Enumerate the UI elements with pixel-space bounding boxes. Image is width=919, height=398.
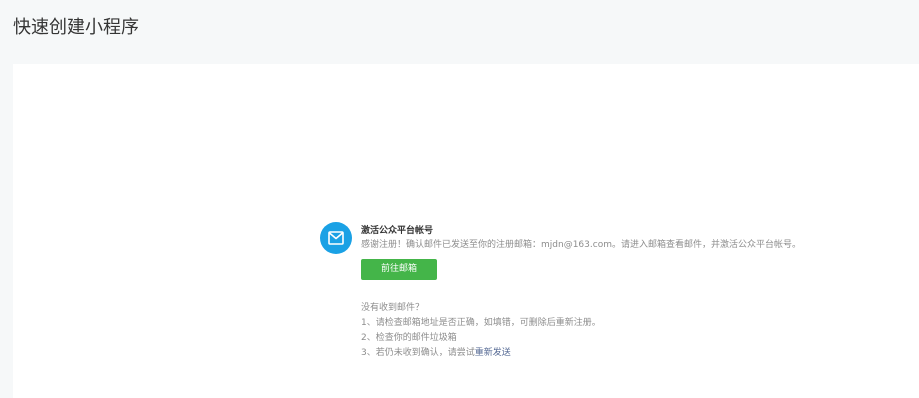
envelope-icon — [328, 231, 344, 245]
help-item-3: 3、若仍未收到确认，请尝试重新发送 — [361, 346, 601, 361]
help-item-1: 1、请检查邮箱地址是否正确，如填错，可删除后重新注册。 — [361, 318, 601, 328]
resend-link[interactable]: 重新发送 — [475, 348, 511, 358]
help-item-3-text: 3、若仍未收到确认，请尝试 — [361, 348, 475, 358]
registered-email: mjdn@163.com — [541, 240, 612, 250]
page-title: 快速创建小程序 — [13, 17, 139, 38]
notice-title: 激活公众平台帐号 — [361, 226, 434, 236]
help-item-2: 2、检查你的邮件垃圾箱 — [361, 333, 457, 343]
go-to-mailbox-button[interactable]: 前往邮箱 — [361, 259, 437, 280]
notice-description-suffix: 。请进入邮箱查看邮件，并激活公众平台帐号。 — [611, 240, 801, 250]
notice-description: 感谢注册！确认邮件已发送至你的注册邮箱：mjdn@163.com。请进入邮箱查看… — [361, 239, 801, 251]
notice-description-prefix: 感谢注册！确认邮件已发送至你的注册邮箱： — [361, 240, 542, 250]
page: 快速创建小程序 激活公众平台帐号 感谢注册！确认邮件已发送至你的注册邮箱：mjd… — [0, 0, 919, 398]
help-heading: 没有收到邮件？ — [361, 303, 425, 313]
help-section: 没有收到邮件？ 1、请检查邮箱地址是否正确，如填错，可删除后重新注册。 2、检查… — [361, 301, 601, 361]
mail-icon — [320, 222, 352, 254]
